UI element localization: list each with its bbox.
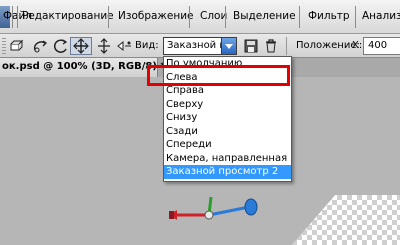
menu-filter[interactable]: Фильтр — [308, 10, 350, 22]
x-axis-cap — [169, 211, 174, 219]
menu-image[interactable]: Изображение — [118, 10, 194, 22]
options-grip[interactable] — [2, 38, 6, 54]
menu-separator — [189, 6, 190, 28]
z-axis-line — [208, 205, 250, 217]
view-select[interactable]: Заказной просмотр 2 — [163, 37, 237, 55]
view-select-value: Заказной просмотр 2 — [167, 40, 221, 51]
view-option-back[interactable]: Сзади — [164, 125, 291, 139]
options-separator — [286, 37, 287, 55]
menu-separator — [225, 6, 226, 28]
delete-view-icon[interactable] — [264, 38, 278, 54]
document-tab-title: ок.psd @ 100% (3D, RGB/8) * — [2, 61, 166, 72]
x-input-value: 400 — [368, 40, 388, 51]
chevron-down-icon[interactable] — [221, 38, 236, 54]
3d-slide-icon[interactable] — [96, 38, 112, 54]
view-label: Вид: — [135, 40, 159, 51]
view-option-right[interactable]: Справа — [164, 84, 291, 98]
menu-separator — [17, 6, 18, 28]
options-bar: Вид: Заказной просмотр 2 Положение: X: 4… — [0, 34, 400, 58]
view-option-custom-2[interactable]: Заказной просмотр 2 — [164, 165, 291, 179]
menu-separator — [108, 6, 109, 28]
view-option-top[interactable]: Сверху — [164, 98, 291, 112]
transparent-layer-checkerboard — [292, 195, 400, 245]
document-tab[interactable]: ок.psd @ 100% (3D, RGB/8) * × — [0, 58, 166, 77]
annotation-highlight-box — [147, 65, 290, 86]
x-label: X: — [352, 40, 363, 51]
position-label: Положение: — [296, 40, 360, 51]
view-option-front[interactable]: Спереди — [164, 138, 291, 152]
3d-roll-icon[interactable] — [32, 38, 50, 54]
menu-analysis[interactable]: Анализ — [362, 10, 400, 22]
x-input[interactable]: 400 — [363, 37, 400, 55]
3d-pan-icon[interactable] — [70, 37, 92, 55]
menu-separator — [355, 6, 356, 28]
view-option-camera[interactable]: Камера, направленная прямо — [164, 152, 291, 166]
axis-center-handle — [204, 210, 214, 220]
3d-rotate-icon[interactable] — [8, 38, 24, 54]
view-option-bottom[interactable]: Снизу — [164, 111, 291, 125]
3d-rotate-around-icon[interactable] — [53, 38, 69, 54]
save-view-icon[interactable] — [244, 38, 258, 54]
menu-layers[interactable]: Слои — [200, 10, 227, 22]
menu-separator — [299, 6, 300, 28]
menu-bar: Файл Редактирование Изображение Слои Выд… — [0, 0, 400, 34]
z-axis-handle — [244, 198, 258, 216]
3d-scale-icon[interactable] — [116, 38, 132, 54]
menu-select[interactable]: Выделение — [233, 10, 296, 22]
3d-axis-widget[interactable] — [165, 197, 265, 237]
menu-edit[interactable]: Редактирование — [22, 10, 114, 22]
